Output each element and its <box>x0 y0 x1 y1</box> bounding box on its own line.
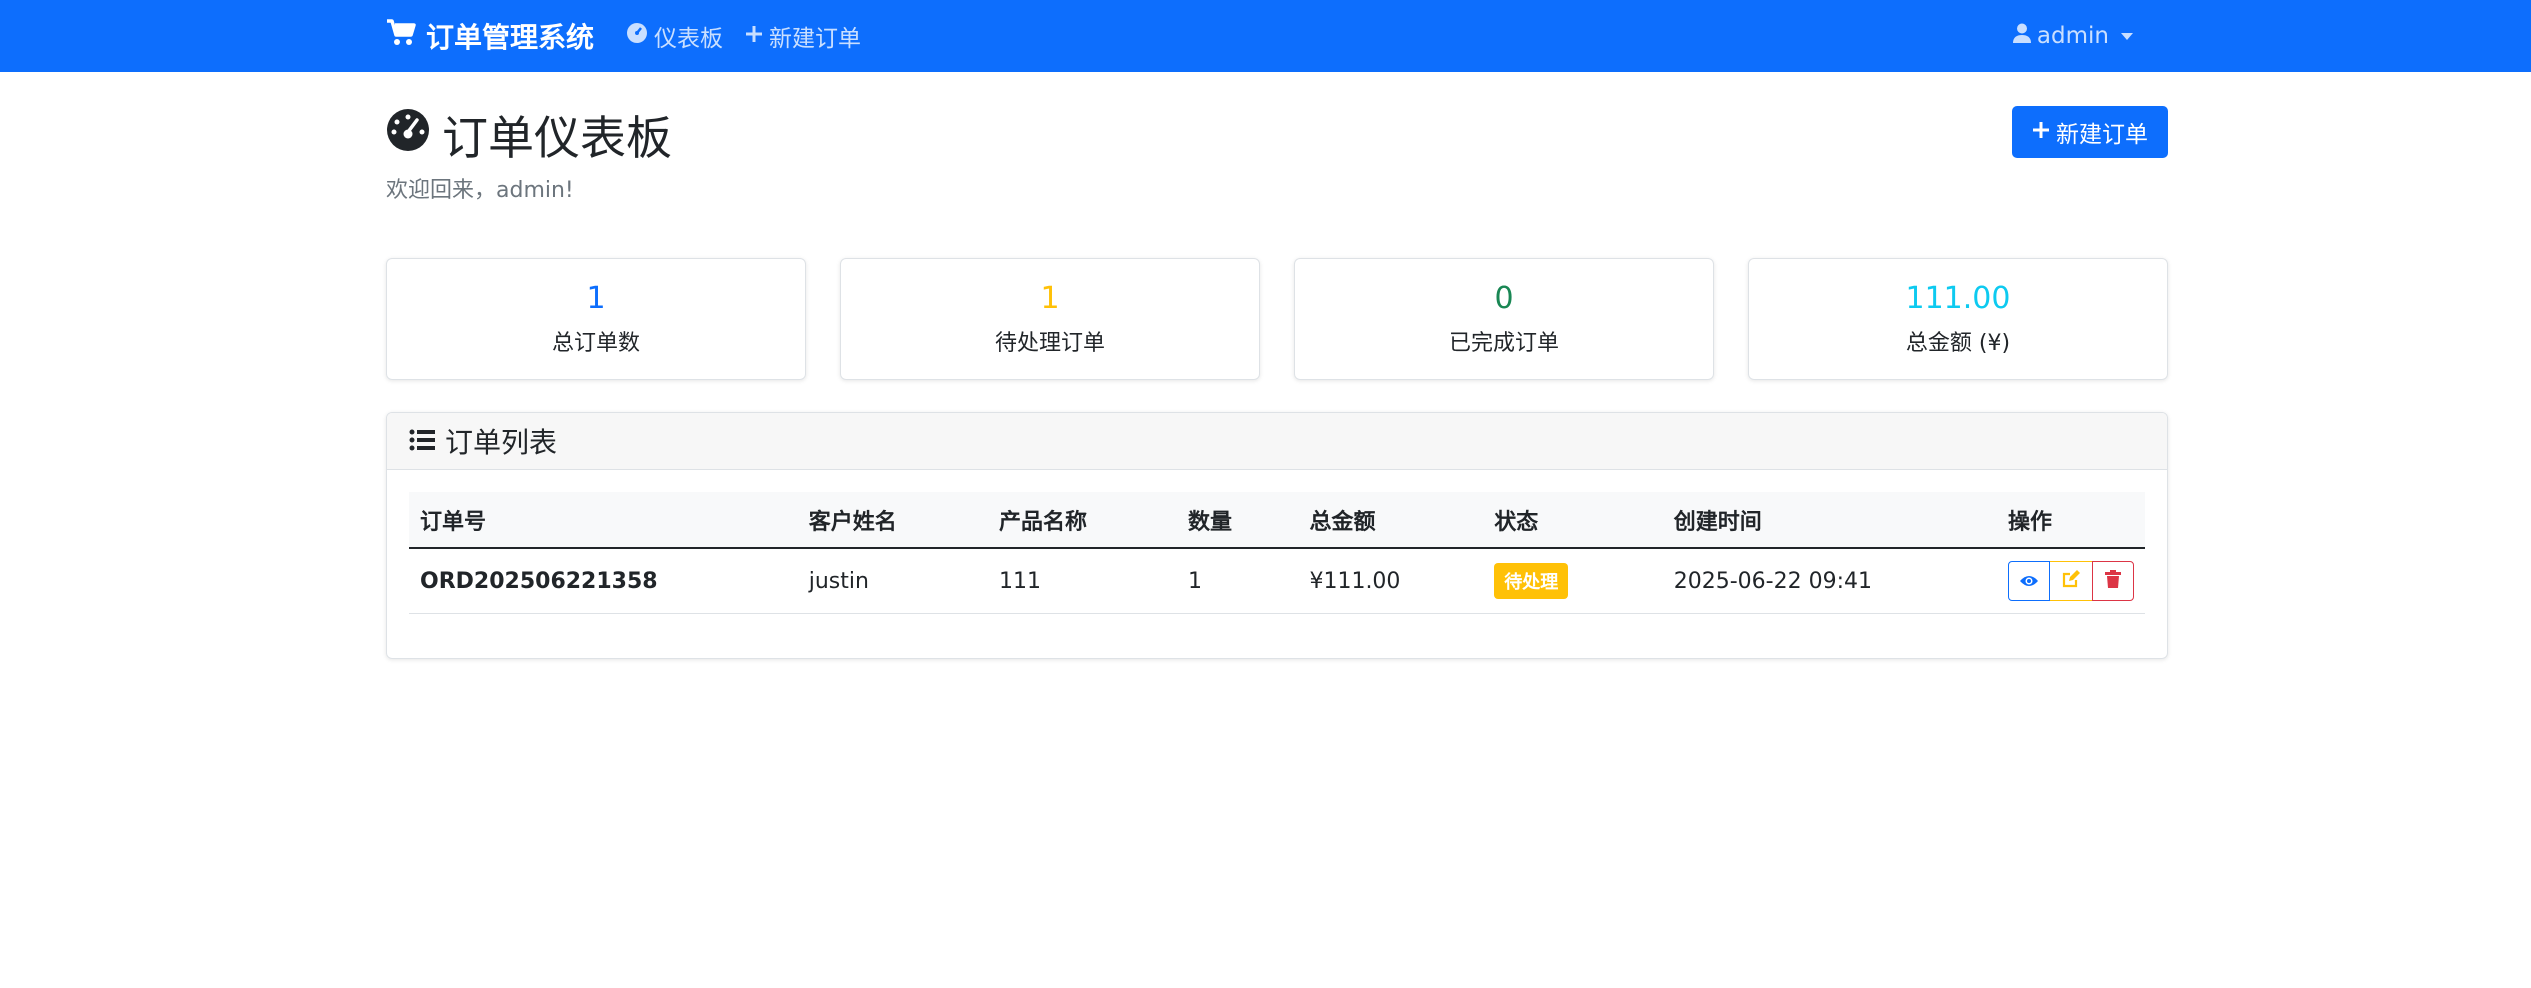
table-row: ORD202506221358 justin 111 1 ¥111.00 待处理… <box>409 548 2145 614</box>
user-icon <box>2012 23 2037 49</box>
order-list-card: 订单列表 订单号 客户姓名 产品名称 数量 总金额 状态 创建时间 操作 ORD… <box>386 412 2168 659</box>
top-navbar: 订单管理系统 仪表板 新建订单 admin <box>0 0 2531 72</box>
stats-row: 1 总订单数 1 待处理订单 0 已完成订单 111.00 总金额 (¥) <box>386 258 2168 380</box>
edit-icon <box>2062 569 2080 594</box>
user-menu-dropdown[interactable]: admin <box>2012 23 2145 49</box>
chevron-down-icon <box>2121 32 2133 40</box>
stat-card-pending-orders: 1 待处理订单 <box>840 258 1260 380</box>
stat-value: 1 <box>1040 281 1060 316</box>
dashboard-icon <box>626 22 654 50</box>
column-header: 总金额 <box>1298 492 1484 549</box>
stat-label: 待处理订单 <box>994 331 1105 356</box>
new-order-button-label: 新建订单 <box>2056 122 2148 148</box>
new-order-button[interactable]: 新建订单 <box>2012 106 2168 158</box>
stat-value: 111.00 <box>1905 281 2011 316</box>
order-number-cell: ORD202506221358 <box>409 548 798 614</box>
eye-icon <box>2019 569 2039 594</box>
speedometer-icon <box>386 108 442 163</box>
brand-title: 订单管理系统 <box>426 21 595 54</box>
created-time-cell: 2025-06-22 09:41 <box>1662 548 1997 614</box>
nav-new-order-link[interactable]: 新建订单 <box>745 19 861 53</box>
stat-card-total-amount: 111.00 总金额 (¥) <box>1748 258 2168 380</box>
delete-order-button[interactable] <box>2092 561 2134 601</box>
list-icon <box>409 425 445 458</box>
customer-cell: justin <box>797 548 988 614</box>
cart-icon <box>386 18 426 54</box>
stat-value: 0 <box>1494 281 1514 316</box>
status-badge: 待处理 <box>1494 563 1569 599</box>
column-header: 订单号 <box>409 492 798 549</box>
status-cell: 待处理 <box>1483 548 1663 614</box>
nav-dashboard-link[interactable]: 仪表板 <box>626 19 723 53</box>
order-list-header: 订单列表 <box>387 413 2167 470</box>
column-header: 客户姓名 <box>797 492 988 549</box>
stat-card-total-orders: 1 总订单数 <box>386 258 806 380</box>
actions-cell <box>1997 548 2145 614</box>
order-list-title: 订单列表 <box>445 426 558 459</box>
column-header: 数量 <box>1177 492 1299 549</box>
column-header: 状态 <box>1483 492 1663 549</box>
nav-dashboard-label: 仪表板 <box>654 26 724 52</box>
trash-icon <box>2105 569 2121 594</box>
stat-label: 总订单数 <box>551 331 640 356</box>
view-order-button[interactable] <box>2008 561 2050 601</box>
page-title: 订单仪表板 <box>386 102 672 168</box>
brand-link[interactable]: 订单管理系统 <box>386 16 594 56</box>
page-title-text: 订单仪表板 <box>442 111 672 165</box>
order-list-body: 订单号 客户姓名 产品名称 数量 总金额 状态 创建时间 操作 ORD20250… <box>387 470 2167 658</box>
quantity-cell: 1 <box>1177 548 1299 614</box>
user-name: admin <box>2036 23 2109 49</box>
main-container: 订单仪表板 欢迎回来，admin! 新建订单 1 总订单数 1 待处理订单 0 … <box>386 72 2168 659</box>
plus-icon <box>745 23 769 49</box>
column-header: 产品名称 <box>987 492 1178 549</box>
column-header: 操作 <box>1997 492 2145 549</box>
product-cell: 111 <box>987 548 1178 614</box>
stat-label: 总金额 (¥) <box>1905 331 2011 356</box>
plus-icon <box>2032 119 2056 145</box>
orders-table: 订单号 客户姓名 产品名称 数量 总金额 状态 创建时间 操作 ORD20250… <box>409 492 2145 614</box>
table-header-row: 订单号 客户姓名 产品名称 数量 总金额 状态 创建时间 操作 <box>409 492 2145 549</box>
welcome-text: 欢迎回来，admin! <box>386 178 574 203</box>
navbar-inner: 订单管理系统 仪表板 新建订单 admin <box>386 0 2145 72</box>
stat-card-completed-orders: 0 已完成订单 <box>1294 258 1714 380</box>
amount-cell: ¥111.00 <box>1298 548 1484 614</box>
stat-label: 已完成订单 <box>1448 331 1559 356</box>
action-button-group <box>2008 561 2134 601</box>
column-header: 创建时间 <box>1662 492 1997 549</box>
edit-order-button[interactable] <box>2050 561 2092 601</box>
page-header: 订单仪表板 欢迎回来，admin! 新建订单 <box>386 72 2168 222</box>
stat-value: 1 <box>586 281 606 316</box>
nav-new-order-label: 新建订单 <box>769 26 862 52</box>
